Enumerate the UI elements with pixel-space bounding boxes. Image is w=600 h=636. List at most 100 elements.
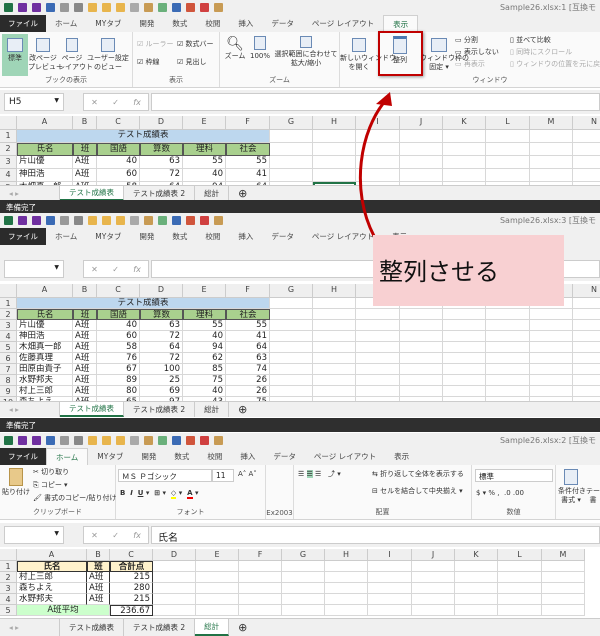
cell[interactable] [282, 583, 325, 594]
quick-access-icon[interactable] [60, 3, 69, 12]
cell[interactable] [573, 331, 600, 342]
data-cell[interactable]: 班 [73, 143, 97, 156]
quick-access-icon[interactable] [172, 3, 181, 12]
cell[interactable] [196, 561, 239, 572]
data-cell[interactable]: テスト成績表 [17, 298, 270, 309]
name-box[interactable]: H5 ▼ [4, 93, 64, 111]
insert-function-icon[interactable]: fx [133, 98, 141, 107]
cell[interactable] [530, 375, 573, 386]
cell[interactable] [573, 386, 600, 397]
data-cell[interactable]: 72 [140, 353, 183, 364]
page-layout-button[interactable]: ページ レイアウト [58, 38, 93, 72]
zoom-to-selection-button[interactable]: 選択範囲に合わせて 拡大/縮小 [274, 36, 338, 68]
column-header[interactable]: I [368, 549, 412, 561]
data-cell[interactable]: 63 [226, 353, 270, 364]
column-header[interactable]: C [110, 549, 153, 561]
cell[interactable] [573, 353, 600, 364]
cell[interactable] [356, 342, 400, 353]
cell[interactable] [313, 156, 356, 169]
data-cell[interactable]: 63 [140, 156, 183, 169]
quick-access-icon[interactable] [214, 436, 223, 445]
tab-4[interactable]: 数式 [163, 228, 196, 245]
cell[interactable] [455, 561, 498, 572]
cell[interactable] [530, 320, 573, 331]
quick-access-icon[interactable] [88, 3, 97, 12]
cell[interactable] [542, 594, 585, 605]
copy-button[interactable]: ⎘ コピー ▾ [33, 481, 68, 490]
cell[interactable] [356, 375, 400, 386]
column-header[interactable]: N [573, 116, 600, 130]
zoom-100-button[interactable]: 100% [248, 36, 272, 61]
cell[interactable] [313, 169, 356, 182]
data-cell[interactable]: A班 [87, 572, 110, 583]
tab-1[interactable]: ホーム [46, 15, 86, 32]
data-cell[interactable]: 40 [183, 169, 226, 182]
row-header[interactable]: 7 [0, 364, 17, 375]
cell[interactable] [196, 572, 239, 583]
sheet-tab[interactable]: テスト成績表 [60, 186, 124, 201]
data-cell[interactable]: 72 [140, 331, 183, 342]
cell[interactable] [153, 561, 196, 572]
cell[interactable] [196, 605, 239, 616]
cell[interactable] [313, 309, 356, 320]
data-cell[interactable]: 55 [183, 320, 226, 331]
data-cell[interactable]: 100 [140, 364, 183, 375]
cell[interactable] [443, 320, 486, 331]
name-box[interactable]: ▼ [4, 526, 64, 544]
data-cell[interactable]: テスト成績表 [17, 130, 270, 143]
cell[interactable] [313, 353, 356, 364]
sheet-tab[interactable]: テスト成績表 2 [124, 619, 196, 636]
cell[interactable] [313, 143, 356, 156]
row-header[interactable]: 4 [0, 594, 17, 605]
reset-window-position-button[interactable]: ▯ ウィンドウの位置を元に戻す [510, 60, 600, 69]
cell[interactable] [530, 169, 573, 182]
cell[interactable] [486, 353, 530, 364]
quick-access-icon[interactable] [158, 3, 167, 12]
cell[interactable] [486, 320, 530, 331]
cell[interactable] [239, 594, 282, 605]
alignment-buttons[interactable]: ☰ ☰ ☰ ⤴ ▾ [298, 470, 341, 479]
tab-6[interactable]: 挿入 [229, 228, 262, 245]
quick-access-icon[interactable] [74, 3, 83, 12]
cell[interactable] [368, 583, 412, 594]
data-cell[interactable]: 215 [110, 572, 153, 583]
cell[interactable] [356, 364, 400, 375]
data-cell[interactable]: A班 [73, 169, 97, 182]
cell[interactable] [573, 298, 600, 309]
data-cell[interactable]: 算数 [140, 309, 183, 320]
tab-6[interactable]: 挿入 [229, 15, 262, 32]
data-cell[interactable]: 40 [97, 320, 140, 331]
cell[interactable] [356, 130, 400, 143]
grow-shrink-font-buttons[interactable]: A˄ A˅ [238, 470, 257, 479]
cell[interactable] [455, 583, 498, 594]
data-cell[interactable]: A班平均 [17, 605, 110, 616]
column-header[interactable]: A [17, 116, 73, 130]
cell[interactable] [486, 156, 530, 169]
cell[interactable] [573, 309, 600, 320]
cell[interactable] [270, 298, 313, 309]
data-cell[interactable]: 94 [183, 342, 226, 353]
cell[interactable] [282, 594, 325, 605]
tab-0[interactable]: ファイル [0, 448, 46, 465]
row-header[interactable]: 1 [0, 561, 17, 572]
cell[interactable] [270, 375, 313, 386]
cell[interactable] [313, 386, 356, 397]
quick-access-icon[interactable] [200, 3, 209, 12]
sheet-tab[interactable]: 総計 [195, 402, 230, 417]
cell[interactable] [443, 342, 486, 353]
headings-checkbox[interactable]: ☑ 見出し [177, 58, 207, 67]
cell[interactable] [356, 320, 400, 331]
tab-9[interactable]: 表示 [383, 15, 419, 32]
tab-8[interactable]: ページ レイアウト [303, 228, 383, 245]
cell[interactable] [542, 583, 585, 594]
insert-function-icon[interactable]: fx [133, 531, 141, 540]
cell[interactable] [486, 331, 530, 342]
data-cell[interactable]: 41 [226, 169, 270, 182]
quick-access-icon[interactable] [102, 3, 111, 12]
column-header[interactable]: D [140, 284, 183, 298]
cell[interactable] [530, 156, 573, 169]
data-cell[interactable]: 26 [226, 375, 270, 386]
column-header[interactable]: H [313, 284, 356, 298]
cell[interactable] [153, 572, 196, 583]
cell[interactable] [270, 309, 313, 320]
